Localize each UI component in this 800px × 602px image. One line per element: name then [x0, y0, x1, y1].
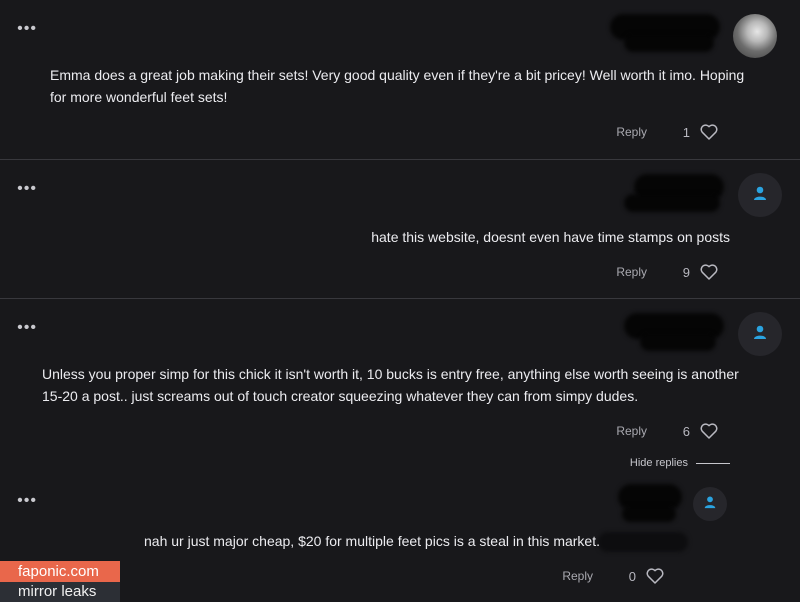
divider-line — [696, 462, 730, 464]
comment-actions: 0 Reply — [562, 568, 664, 584]
like-count: 9 — [682, 264, 690, 280]
comment-actions: 1 Reply — [616, 124, 718, 140]
reply-button[interactable]: Reply — [616, 424, 647, 438]
user-avatar[interactable] — [733, 14, 777, 58]
heart-icon — [700, 264, 718, 280]
like-button[interactable]: 0 — [629, 568, 664, 584]
comment-item: ••• Unless you proper simp for this chic… — [0, 299, 800, 469]
reply-button[interactable]: Reply — [616, 265, 647, 279]
reply-item: ••• nah ur just major cheap, $20 for mul… — [0, 478, 800, 602]
user-icon — [703, 495, 717, 514]
user-avatar[interactable] — [693, 487, 727, 521]
hide-replies-button[interactable]: Hide replies — [630, 457, 730, 469]
like-button[interactable]: 9 — [683, 264, 718, 280]
like-button[interactable]: 6 — [683, 423, 718, 439]
more-options-icon[interactable]: ••• — [16, 492, 36, 509]
username-redacted — [624, 34, 714, 52]
reply-button[interactable]: Reply — [616, 125, 647, 139]
watermark-site: faponic.com — [0, 561, 120, 582]
mention-redacted — [598, 532, 688, 552]
heart-icon — [700, 124, 718, 140]
like-count: 6 — [682, 423, 690, 439]
comment-text: Unless you proper simp for this chick it… — [42, 366, 739, 404]
like-count: 0 — [628, 568, 636, 584]
heart-icon — [700, 423, 718, 439]
user-avatar[interactable] — [738, 173, 782, 217]
username-redacted — [640, 333, 716, 351]
username-redacted — [622, 506, 676, 522]
watermark-tagline: mirror leaks — [0, 582, 120, 602]
comment-text: Emma does a great job making their sets!… — [50, 67, 745, 105]
comment-text: nah ur just major cheap, $20 for multipl… — [144, 533, 600, 549]
like-button[interactable]: 1 — [683, 124, 718, 140]
hide-replies-label: Hide replies — [629, 457, 688, 469]
more-options-icon[interactable]: ••• — [16, 20, 36, 37]
heart-icon — [646, 568, 664, 584]
user-icon — [752, 185, 768, 206]
user-avatar[interactable] — [738, 312, 782, 356]
user-icon — [752, 324, 768, 345]
like-count: 1 — [682, 124, 690, 140]
comments-page: ••• Emma does a great job making their s… — [0, 0, 800, 602]
comment-actions: 9 Reply — [616, 264, 718, 280]
reply-button[interactable]: Reply — [562, 569, 593, 583]
comment-item: ••• hate this website, doesnt even have … — [0, 160, 800, 298]
more-options-icon[interactable]: ••• — [16, 319, 36, 336]
comment-actions: 6 Reply — [616, 423, 718, 439]
comment-item: ••• Emma does a great job making their s… — [0, 0, 800, 159]
comment-text: hate this website, doesnt even have time… — [371, 229, 730, 245]
username-redacted — [624, 194, 720, 212]
more-options-icon[interactable]: ••• — [16, 180, 36, 197]
